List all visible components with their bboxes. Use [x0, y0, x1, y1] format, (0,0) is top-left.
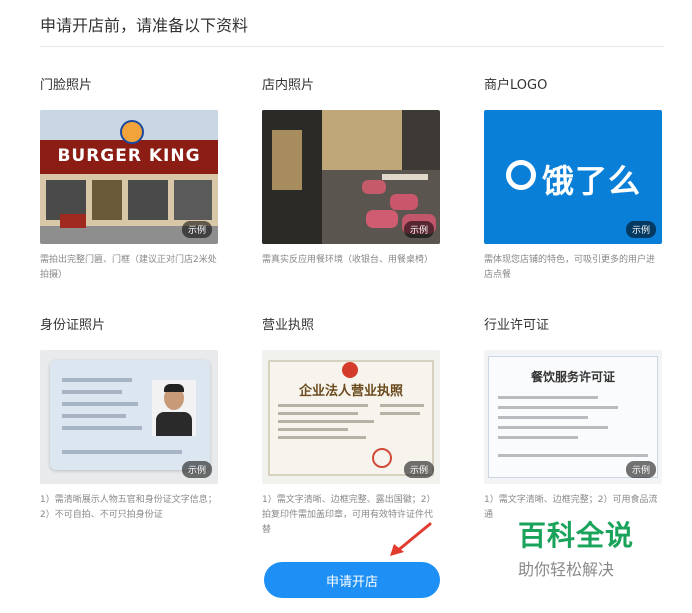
storefront-example-image[interactable]: BURGER KING 示例: [40, 110, 218, 244]
card-description: 需真实反应用餐环境（收银台、用餐桌椅）: [262, 255, 434, 265]
license-title: 企业法人营业执照: [298, 384, 403, 399]
watermark-subtitle: 助你轻松解决: [518, 560, 615, 579]
emblem-icon: [342, 362, 358, 378]
card-industry-permit: 行业许可证 餐饮服务许可证 示例 1）需文字清晰、边框完整；2）可用食品流通: [484, 316, 664, 523]
permit-title: 餐饮服务许可证: [530, 370, 615, 384]
card-description: 需体现您店铺的特色，可吸引更多的用户进店点餐: [484, 255, 656, 280]
example-badge: 示例: [625, 221, 656, 238]
card-title: 行业许可证: [484, 318, 550, 333]
card-title: 商户LOGO: [484, 78, 548, 93]
divider: [40, 46, 664, 47]
card-title: 身份证照片: [40, 318, 106, 333]
example-badge: 示例: [403, 461, 434, 478]
watermark-title: 百科全说: [518, 519, 635, 552]
card-id-photo: 身份证照片 示例 1）需清晰展示人物五官和身份证文字信息；2）不可自拍、不可只拍…: [40, 316, 220, 523]
card-title: 店内照片: [262, 78, 315, 93]
card-merchant-logo: 商户LOGO 饿了么 示例 需体现您店铺的特色，可吸引更多的用户进店点餐: [484, 76, 664, 283]
permit-example-image[interactable]: 餐饮服务许可证 示例: [484, 350, 662, 484]
eleme-logo-icon: [506, 160, 536, 190]
apply-open-store-button[interactable]: 申请开店: [264, 562, 440, 598]
page-title: 申请开店前，请准备以下资料: [40, 16, 249, 35]
card-interior-photo: 店内照片 示例 需真实反应用餐环境（收银台、用餐桌椅）: [262, 76, 442, 268]
id-card-example-image[interactable]: 示例: [40, 350, 218, 484]
card-description: 1）需清晰展示人物五官和身份证文字信息；2）不可自拍、不可只拍身份证: [40, 495, 217, 520]
card-description: 需拍出完整门匾、门框（建议正对门店2米处拍摄）: [40, 255, 217, 280]
burger-king-sign: BURGER KING: [57, 146, 201, 166]
license-example-image[interactable]: 企业法人营业执照 示例: [262, 350, 440, 484]
watermark: 百科全说 助你轻松解决: [518, 520, 648, 580]
arrow-annotation-icon: [390, 522, 432, 556]
id-portrait: [152, 380, 196, 436]
card-business-license: 营业执照 企业法人营业执照 示例 1）需文字清晰、边框完整、露出国徽；2）拍复印…: [262, 316, 442, 538]
card-title: 门脸照片: [40, 78, 93, 93]
example-badge: 示例: [403, 221, 434, 238]
card-title: 营业执照: [262, 318, 315, 333]
eleme-logo-text: 饿了么: [542, 162, 642, 200]
example-badge: 示例: [181, 461, 212, 478]
bk-logo-icon: [120, 120, 144, 144]
interior-example-image[interactable]: 示例: [262, 110, 440, 244]
logo-example-image[interactable]: 饿了么 示例: [484, 110, 662, 244]
example-badge: 示例: [181, 221, 212, 238]
example-badge: 示例: [625, 461, 656, 478]
card-storefront-photo: 门脸照片 BURGER KING 示例 需拍出完整门匾、门框（建议正对门店2米处…: [40, 76, 220, 283]
